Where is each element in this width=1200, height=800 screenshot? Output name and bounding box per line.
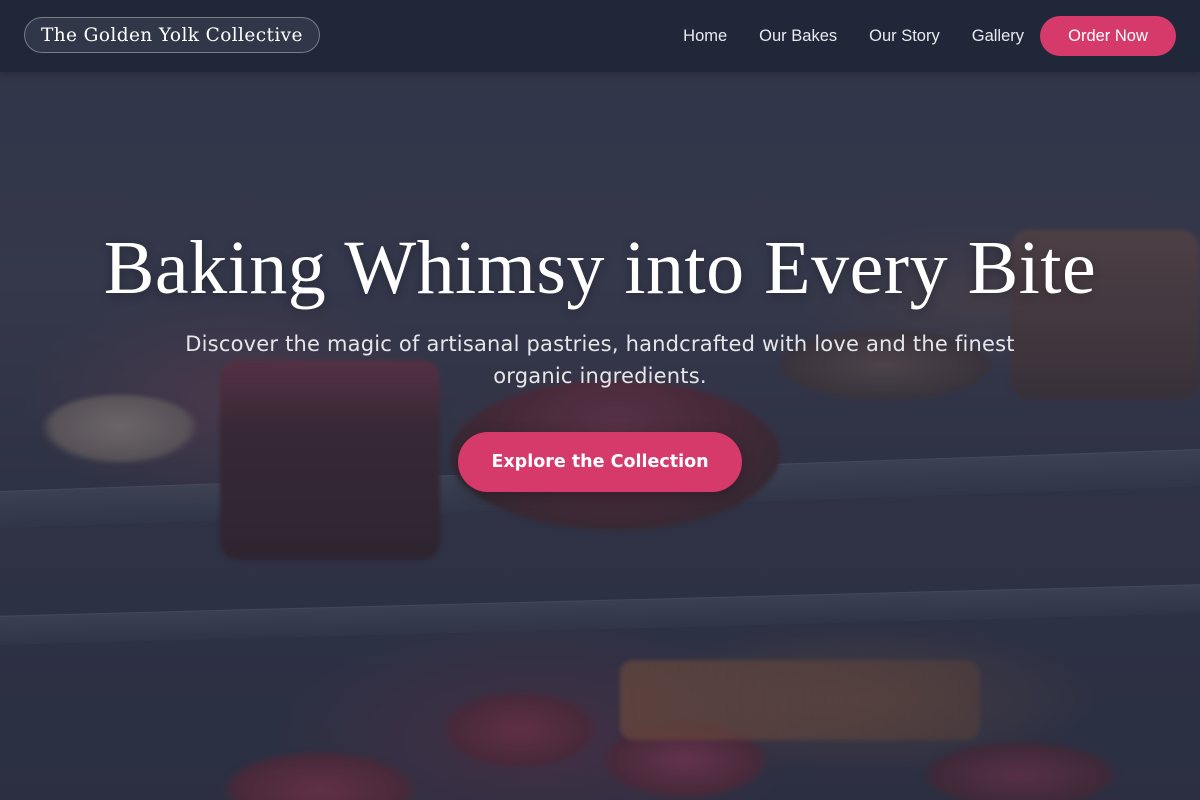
hero-subtitle: Discover the magic of artisanal pastries… bbox=[185, 332, 1015, 388]
nav-link-our-bakes[interactable]: Our Bakes bbox=[759, 27, 837, 46]
nav-links: Home Our Bakes Our Story Gallery bbox=[683, 0, 1024, 72]
explore-collection-button[interactable]: Explore the Collection bbox=[458, 432, 742, 492]
order-now-button[interactable]: Order Now bbox=[1040, 16, 1176, 56]
brand-logo[interactable]: The Golden Yolk Collective bbox=[24, 17, 320, 53]
hero-section: Baking Whimsy into Every Bite Discover t… bbox=[100, 226, 1100, 492]
nav-link-home[interactable]: Home bbox=[683, 27, 727, 46]
nav-link-our-story[interactable]: Our Story bbox=[869, 27, 940, 46]
hero-title: Baking Whimsy into Every Bite bbox=[103, 226, 1097, 310]
nav-link-gallery[interactable]: Gallery bbox=[972, 27, 1024, 46]
top-navbar: The Golden Yolk Collective Home Our Bake… bbox=[0, 0, 1200, 72]
